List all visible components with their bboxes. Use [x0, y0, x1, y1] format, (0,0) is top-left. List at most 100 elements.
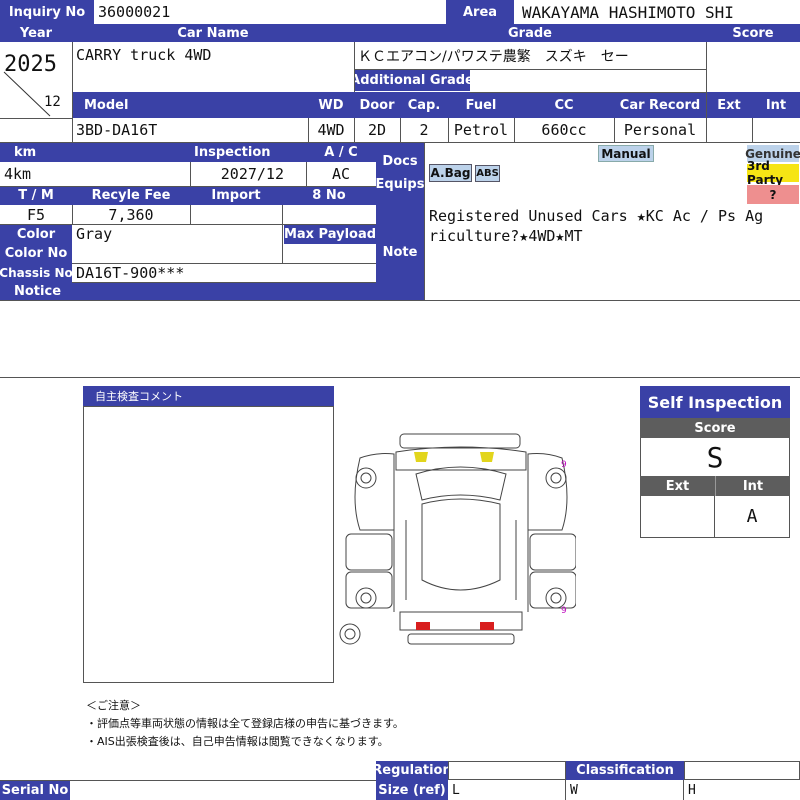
year-label: Year [0, 24, 72, 42]
front-right-wheel [545, 467, 567, 489]
question-badge: ? [747, 185, 799, 204]
score-value [706, 42, 800, 92]
max-payload-label: Max Payload [284, 224, 376, 244]
rear-left-lamp-marker [416, 622, 430, 630]
grade-value: ＫＣエアコン/パワステ農繁 スズキ セー [358, 49, 629, 65]
import-label: Import [190, 186, 282, 205]
si-int-value: A [715, 496, 790, 538]
ac-value: AC [331, 165, 351, 183]
inquiry-no-label: Inquiry No [0, 0, 94, 24]
score-label: Score [706, 24, 800, 42]
ext-label: Ext [706, 92, 752, 118]
rear-right-wheel [545, 587, 567, 609]
front-left-lamp-marker [414, 452, 428, 462]
third-party-badge: 3rd Party [747, 159, 799, 187]
front-left-hub [360, 472, 372, 484]
docs-label: Docs [382, 154, 418, 169]
size-label: Size (ref) [376, 780, 448, 800]
front-left-wheel [355, 467, 377, 489]
eight-no-value [282, 205, 376, 224]
model-label: Model [72, 92, 308, 118]
right-door-1 [529, 533, 576, 571]
abs-badge: ABS [475, 165, 500, 182]
front-right-hub [550, 472, 562, 484]
note-label: Note [376, 204, 424, 300]
int-label: Int [752, 92, 800, 118]
tm-label: T / M [0, 186, 72, 205]
ext-value [706, 118, 752, 142]
serial-no-label: Serial No [0, 781, 70, 800]
car-record-label: Car Record [614, 92, 706, 118]
regulation-label: Regulation [376, 761, 448, 780]
note-line-2: riculture?★4WD★MT [429, 227, 583, 245]
area-value: WAKAYAMA HASHIMOTO SHI [522, 2, 734, 22]
windshield-outline [415, 466, 507, 501]
roof-outline [421, 498, 501, 591]
note-line-1: Registered Unused Cars ★KC Ac / Ps Ag [429, 207, 764, 225]
comment-box [83, 406, 334, 683]
month-value: 12 [44, 94, 61, 110]
max-payload-value [284, 244, 376, 263]
ac-label: A / C [306, 142, 376, 162]
classification-label: Classification [566, 761, 684, 780]
front-bumper-outline [399, 433, 521, 449]
import-value [190, 205, 282, 224]
size-l: L [448, 780, 566, 800]
rear-right-lamp-marker [480, 622, 494, 630]
inspection-label: Inspection [190, 142, 306, 162]
caution-title: ＜ご注意＞ [86, 699, 141, 712]
si-score-label: Score [640, 418, 790, 438]
docs-equips-label: Docs Equips [376, 142, 424, 204]
year-value: 2025 [4, 52, 57, 77]
eight-no-label: 8 No [282, 186, 376, 205]
notice-label: Notice [0, 282, 376, 300]
front-right-lamp-marker [480, 452, 494, 462]
caution-line-2: ・AIS出張検査後は、自己申告情報は閲覧できなくなります。 [86, 735, 389, 748]
chassis-no-label: Chassis No [0, 263, 72, 282]
regulation-value [448, 761, 566, 780]
caution-notes: ＜ご注意＞ ・評価点等車両状態の情報は全て登録店様の申告に基づきます。 ・AIS… [86, 697, 404, 751]
front-left-fender [354, 453, 395, 531]
additional-grade-label: Additional Grade [354, 69, 470, 91]
diagram-mark-top: 9 [561, 460, 567, 470]
si-score-value: S [640, 438, 790, 476]
int-value [752, 118, 800, 142]
year-cell: 2025 12 [0, 42, 72, 118]
wd-value: 4WD [317, 121, 345, 139]
classification-value [684, 761, 800, 780]
abag-badge: A.Bag [429, 164, 472, 182]
si-int-label: Int [715, 476, 790, 496]
comment-label: 自主検査コメント [83, 386, 334, 406]
spare-wheel [339, 623, 361, 645]
color-value: Gray [76, 225, 113, 243]
grade-label: Grade [354, 24, 706, 42]
door-value: 2D [367, 121, 387, 139]
chassis-no-value: DA16T-900*** [76, 263, 185, 282]
size-w: W [566, 780, 684, 800]
recycle-fee-label: Recyle Fee [72, 186, 190, 205]
car-damage-diagram [339, 433, 576, 645]
wd-label: WD [308, 92, 354, 118]
diagram-mark-bottom: 9 [561, 606, 567, 616]
recycle-fee-value: 7,360 [108, 205, 154, 224]
area-label: Area [446, 0, 514, 24]
cap-value: 2 [419, 121, 429, 139]
model-value: 3BD-DA16T [76, 121, 158, 139]
equips-label: Equips [376, 177, 424, 192]
si-ext-label: Ext [640, 476, 715, 496]
inquiry-no-value: 36000021 [98, 3, 171, 21]
km-label: km [0, 142, 190, 162]
note-text: Registered Unused Cars ★KC Ac / Ps Ag ri… [429, 206, 763, 246]
self-inspection-label: Self Inspection [640, 386, 790, 418]
cc-label: CC [514, 92, 614, 118]
tm-value: F5 [26, 205, 46, 224]
color-label: Color [0, 224, 72, 244]
inspection-value: 2027/12 [220, 165, 284, 183]
si-ext-value [640, 496, 715, 538]
rear-left-wheel [355, 587, 377, 609]
fuel-value: Petrol [453, 121, 509, 139]
car-record-value: Personal [623, 121, 697, 139]
door-label: Door [354, 92, 400, 118]
color-no-value [72, 244, 282, 263]
caution-line-1: ・評価点等車両状態の情報は全て登録店様の申告に基づきます。 [86, 717, 404, 730]
